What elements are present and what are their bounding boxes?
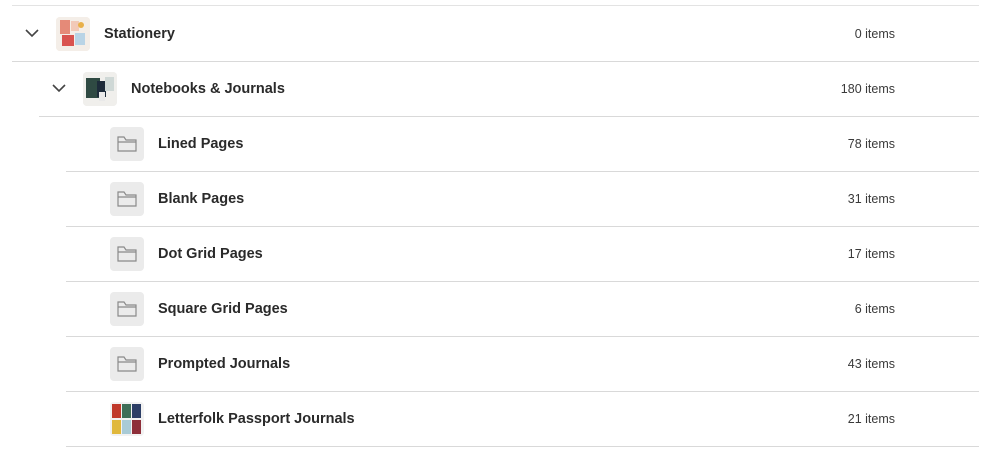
category-row-notebooks-journals[interactable]: Notebooks & Journals 180 items (39, 61, 979, 117)
category-name: Blank Pages (158, 190, 245, 207)
folder-icon (110, 291, 144, 326)
item-count: 43 items (847, 356, 895, 371)
category-row-stationery[interactable]: Stationery 0 items (12, 5, 979, 62)
category-row-prompted-journals[interactable]: Prompted Journals 43 items (66, 336, 979, 392)
item-count: 78 items (847, 136, 895, 151)
folder-icon (110, 181, 144, 216)
item-count: 21 items (847, 411, 895, 426)
category-name: Prompted Journals (158, 355, 291, 372)
stationery-thumbnail (56, 16, 90, 51)
category-name: Stationery (104, 25, 175, 42)
folder-icon (110, 126, 144, 161)
chevron-down-icon[interactable] (22, 24, 42, 44)
category-row-square-grid-pages[interactable]: Square Grid Pages 6 items (66, 281, 979, 337)
item-count: 0 items (854, 26, 895, 41)
notebooks-thumbnail (83, 71, 117, 106)
category-row-blank-pages[interactable]: Blank Pages 31 items (66, 171, 979, 227)
chevron-down-icon[interactable] (49, 79, 69, 99)
category-tree: Stationery 0 items Notebooks & Journals … (0, 0, 999, 452)
item-count: 31 items (847, 191, 895, 206)
category-row-letterfolk-passport-journals[interactable]: Letterfolk Passport Journals 21 items (66, 391, 979, 447)
category-name: Lined Pages (158, 135, 244, 152)
passport-journals-thumbnail (110, 401, 144, 436)
item-count: 17 items (847, 246, 895, 261)
category-name: Dot Grid Pages (158, 245, 263, 262)
item-count: 6 items (854, 301, 895, 316)
category-row-dot-grid-pages[interactable]: Dot Grid Pages 17 items (66, 226, 979, 282)
category-name: Square Grid Pages (158, 300, 288, 317)
category-name: Notebooks & Journals (131, 80, 285, 97)
folder-icon (110, 346, 144, 381)
category-name: Letterfolk Passport Journals (158, 410, 355, 427)
category-row-lined-pages[interactable]: Lined Pages 78 items (66, 116, 979, 172)
folder-icon (110, 236, 144, 271)
item-count: 180 items (840, 81, 895, 96)
